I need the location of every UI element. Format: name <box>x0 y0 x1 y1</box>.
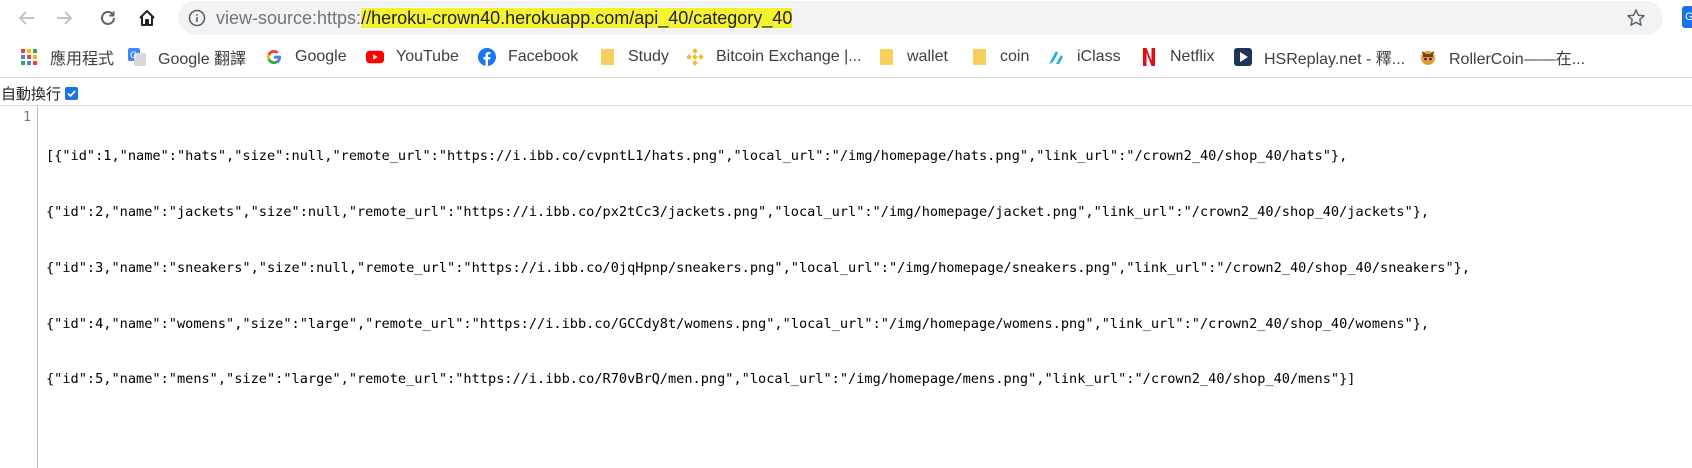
bookmark-label: YouTube <box>396 48 459 65</box>
bookmark-star-button[interactable] <box>1622 4 1650 32</box>
source-code: [{"id":1,"name":"hats","size":null,"remo… <box>46 110 1686 426</box>
arrow-left-icon <box>18 11 34 25</box>
folder-icon <box>970 48 988 66</box>
bookmark-rollercoin[interactable]: RollerCoin——在... <box>1419 36 1585 78</box>
star-icon <box>1627 9 1645 26</box>
address-url[interactable]: view-source:https://heroku-crown40.herok… <box>216 1 793 35</box>
bookmark-hsreplay[interactable]: HSReplay.net - 釋... <box>1234 36 1405 78</box>
line-number: 1 <box>23 110 31 125</box>
profile-avatar[interactable]: G <box>1682 6 1692 28</box>
bookmark-apps[interactable]: 應用程式 <box>20 36 114 78</box>
source-line: {"id":2,"name":"jackets","size":null,"re… <box>46 203 1430 220</box>
bookmark-google-translate[interactable]: G Google 翻譯 <box>128 36 246 78</box>
line-wrap-checkbox[interactable] <box>65 86 79 100</box>
apps-grid-icon <box>20 48 38 66</box>
iclass-icon <box>1047 48 1065 66</box>
address-bar[interactable]: view-source:https://heroku-crown40.herok… <box>178 1 1663 35</box>
netflix-icon <box>1140 48 1158 66</box>
bookmark-label: Bitcoin Exchange |... <box>716 48 862 65</box>
source-line: [{"id":1,"name":"hats","size":null,"remo… <box>46 148 1348 165</box>
line-wrap-label: 自動換行 <box>1 85 62 103</box>
bookmark-label: Netflix <box>1170 48 1215 65</box>
bookmark-netflix[interactable]: Netflix <box>1140 36 1214 78</box>
folder-icon <box>598 48 616 66</box>
url-highlighted: //heroku-crown40.herokuapp.com/api_40/ca… <box>361 8 793 28</box>
source-line: {"id":3,"name":"sneakers","size":null,"r… <box>46 259 1471 276</box>
bookmark-google[interactable]: Google <box>265 36 347 78</box>
checkmark-icon <box>67 89 76 97</box>
bookmark-label: Google 翻譯 <box>158 51 247 68</box>
bookmark-label: Facebook <box>508 48 579 65</box>
bookmark-facebook[interactable]: Facebook <box>478 36 578 78</box>
bookmark-label: Google <box>295 48 347 65</box>
info-icon[interactable] <box>188 9 206 27</box>
bookmark-youtube[interactable]: YouTube <box>366 36 459 78</box>
line-wrap-row: 自動換行 <box>0 82 79 104</box>
bookmark-label: coin <box>1000 48 1030 65</box>
back-button[interactable] <box>12 3 42 33</box>
line-number-gutter: 1 <box>0 106 38 468</box>
binance-icon <box>686 48 704 66</box>
home-button[interactable] <box>132 3 162 33</box>
youtube-icon <box>366 48 384 66</box>
folder-icon <box>877 48 895 66</box>
bookmark-folder-coin[interactable]: coin <box>970 36 1029 78</box>
bookmark-iclass[interactable]: iClass <box>1047 36 1121 78</box>
bookmark-label: wallet <box>907 48 948 65</box>
bookmarks-bar: 應用程式 G Google 翻譯 Google YouTube Facebook… <box>0 36 1692 78</box>
bookmark-label: RollerCoin——在... <box>1449 51 1586 68</box>
facebook-icon <box>478 48 496 66</box>
reload-icon <box>101 11 115 25</box>
bookmark-label: 應用程式 <box>50 51 115 68</box>
bookmark-label: Study <box>628 48 669 65</box>
hsreplay-icon <box>1234 48 1252 66</box>
bookmark-label: HSReplay.net - 釋... <box>1264 51 1406 68</box>
arrow-right-icon <box>57 11 73 25</box>
source-view: 1 [{"id":1,"name":"hats","size":null,"re… <box>0 105 1692 468</box>
url-scheme: view-source:https: <box>216 8 362 28</box>
bookmark-folder-wallet[interactable]: wallet <box>877 36 948 78</box>
source-line: {"id":4,"name":"womens","size":"large","… <box>46 315 1430 332</box>
bookmark-bitcoin-exchange[interactable]: Bitcoin Exchange |... <box>686 36 862 78</box>
bookmark-label: iClass <box>1077 48 1121 65</box>
source-line: {"id":5,"name":"mens","size":"large","re… <box>46 371 1356 388</box>
bookmark-folder-study[interactable]: Study <box>598 36 669 78</box>
google-icon <box>265 48 283 66</box>
home-icon <box>139 10 155 26</box>
forward-button[interactable] <box>49 3 79 33</box>
rollercoin-icon <box>1419 48 1437 66</box>
reload-button[interactable] <box>93 3 123 33</box>
browser-toolbar: view-source:https://heroku-crown40.herok… <box>0 0 1692 36</box>
google-translate-icon: G <box>128 48 146 66</box>
svg-text:G: G <box>130 51 137 61</box>
